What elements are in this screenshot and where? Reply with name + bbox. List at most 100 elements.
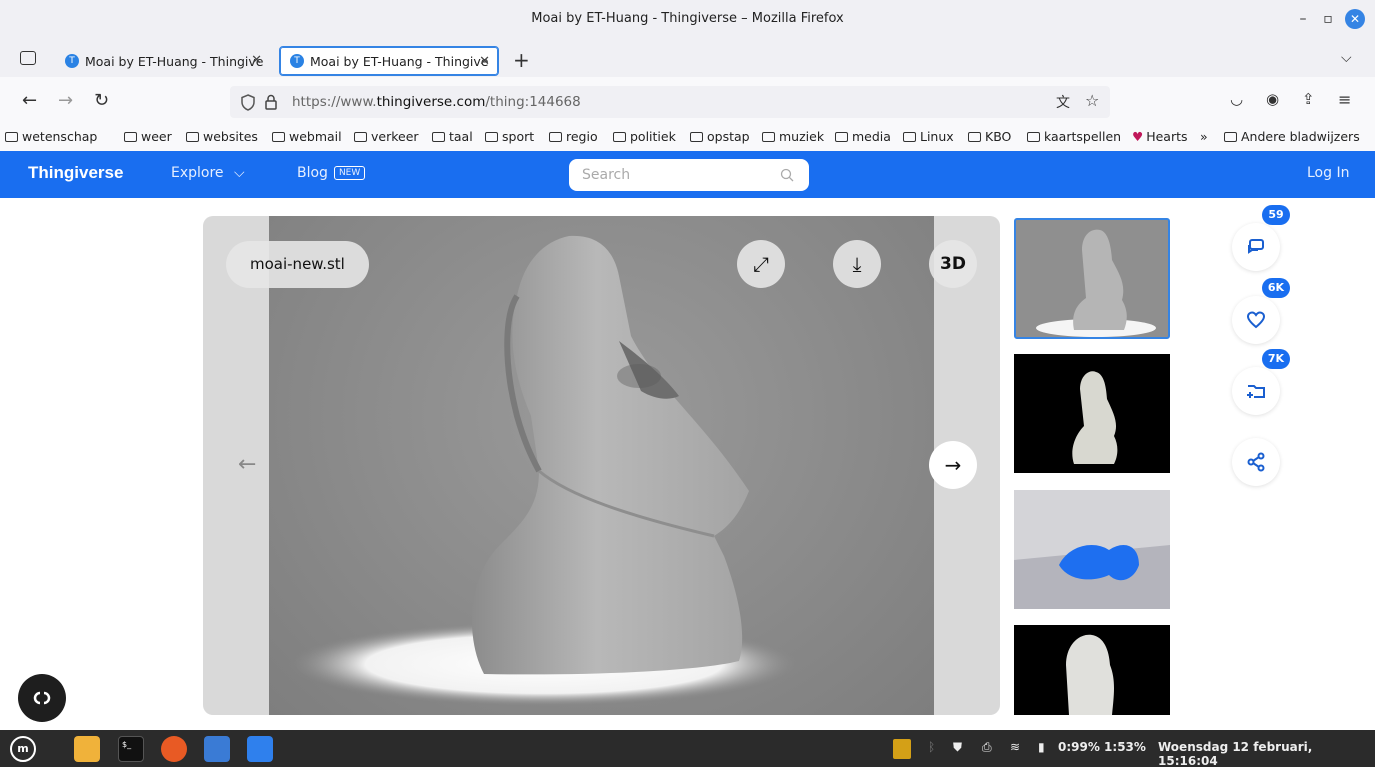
terminal-icon[interactable]: $_ bbox=[118, 736, 144, 762]
thumbnail-moai-white[interactable] bbox=[1014, 354, 1170, 473]
collect-button[interactable]: 7K bbox=[1232, 349, 1290, 415]
minimize-button[interactable]: – bbox=[1293, 9, 1313, 29]
thumbnail-print-bed[interactable] bbox=[1014, 490, 1170, 609]
tab-1-label: Moai by ET-Huang - Thingive bbox=[85, 53, 264, 69]
thingiverse-logo[interactable]: Thingiverse bbox=[28, 163, 123, 183]
bookmark-hearts[interactable]: ♥ Hearts bbox=[1132, 129, 1188, 144]
tab-2[interactable]: T Moai by ET-Huang - Thingive ✕ bbox=[279, 46, 499, 76]
folder-icon bbox=[124, 132, 137, 142]
heart-icon bbox=[1246, 311, 1266, 329]
bookmark-folder[interactable]: verkeer bbox=[354, 129, 419, 144]
firefox-icon[interactable] bbox=[161, 736, 187, 762]
view-3d-button[interactable]: 3D bbox=[929, 240, 977, 288]
tab-2-label: Moai by ET-Huang - Thingive bbox=[310, 53, 489, 69]
maximize-button[interactable]: ▫ bbox=[1318, 9, 1338, 29]
bookmark-folder[interactable]: wetenschap bbox=[5, 129, 97, 144]
battery-status: 0:99% 1:53% bbox=[1058, 740, 1146, 754]
back-arrow-icon[interactable]: ← bbox=[22, 90, 37, 111]
thingiverse-favicon-icon: T bbox=[290, 54, 304, 68]
bookmark-folder[interactable]: webmail bbox=[272, 129, 342, 144]
tracking-shield-icon[interactable] bbox=[240, 94, 256, 111]
bookmark-folder[interactable]: kaartspellen bbox=[1027, 129, 1121, 144]
blog-link[interactable]: Blog NEW bbox=[297, 165, 366, 181]
bookmark-folder[interactable]: opstap bbox=[690, 129, 750, 144]
new-tab-button[interactable]: + bbox=[513, 48, 530, 72]
bookmark-star-icon[interactable]: ☆ bbox=[1085, 91, 1099, 110]
moai-render-image bbox=[269, 216, 934, 715]
explore-menu[interactable]: Explore ⌵ bbox=[171, 165, 245, 181]
bookmark-folder[interactable]: websites bbox=[186, 129, 258, 144]
list-tabs-chevron-icon[interactable]: ⌵ bbox=[1341, 50, 1352, 66]
folder-icon bbox=[903, 132, 916, 142]
bookmark-folder[interactable]: KBO bbox=[968, 129, 1011, 144]
search-input[interactable]: Search bbox=[569, 159, 809, 191]
close-tab-icon[interactable]: ✕ bbox=[479, 54, 490, 69]
bookmark-folder[interactable]: weer bbox=[124, 129, 172, 144]
fullscreen-expand-icon[interactable]: ⤢ bbox=[737, 240, 785, 288]
extensions-icon[interactable]: ⇪ bbox=[1302, 90, 1315, 108]
folder-icon bbox=[5, 132, 18, 142]
pocket-icon[interactable]: ◡ bbox=[1230, 90, 1243, 108]
privacy-settings-button[interactable] bbox=[18, 674, 66, 722]
printer-icon[interactable]: ⎙ bbox=[982, 740, 992, 755]
share-button[interactable] bbox=[1232, 438, 1280, 486]
search-icon[interactable] bbox=[780, 168, 794, 182]
site-header: Thingiverse Explore ⌵ Blog NEW Search Log… bbox=[0, 151, 1375, 198]
text-editor-icon[interactable] bbox=[247, 736, 273, 762]
close-tab-icon[interactable]: ✕ bbox=[251, 53, 262, 68]
folder-icon bbox=[432, 132, 445, 142]
next-arrow-icon[interactable]: → bbox=[929, 441, 977, 489]
folder-icon bbox=[485, 132, 498, 142]
download-icon[interactable]: ⤓ bbox=[833, 240, 881, 288]
system-taskbar: m $_ ᛒ ⛊ ⎙ ≋ ▮ 0:99% 1:53% Woensdag 12 f… bbox=[0, 730, 1375, 768]
folder-icon bbox=[1027, 132, 1040, 142]
mail-icon[interactable] bbox=[204, 736, 230, 762]
share-icon bbox=[1247, 452, 1265, 472]
folder-icon bbox=[835, 132, 848, 142]
thumbnail-moai-grey[interactable] bbox=[1014, 218, 1170, 339]
close-window-button[interactable]: ✕ bbox=[1345, 9, 1365, 29]
bookmark-folder[interactable]: politiek bbox=[613, 129, 676, 144]
files-icon[interactable] bbox=[74, 736, 100, 762]
bookmarks-bar: wetenschap weer websites webmail verkeer… bbox=[0, 125, 1375, 151]
translate-icon[interactable]: 文 bbox=[1056, 92, 1070, 112]
tab-1[interactable]: T Moai by ET-Huang - Thingive ✕ bbox=[55, 46, 270, 76]
new-badge: NEW bbox=[333, 166, 366, 180]
clock[interactable]: Woensdag 12 februari, 15:16:04 bbox=[1158, 740, 1375, 768]
previous-arrow-icon[interactable]: ← bbox=[238, 452, 256, 477]
bookmark-folder[interactable]: Linux bbox=[903, 129, 954, 144]
bookmark-folder[interactable]: media bbox=[835, 129, 891, 144]
bookmark-folder[interactable]: taal bbox=[432, 129, 473, 144]
wifi-icon[interactable]: ≋ bbox=[1010, 740, 1020, 754]
tab-overview-icon[interactable] bbox=[20, 51, 36, 65]
window-titlebar: Moai by ET-Huang - Thingiverse – Mozilla… bbox=[0, 0, 1375, 42]
folder-icon bbox=[186, 132, 199, 142]
bookmark-folder[interactable]: muziek bbox=[762, 129, 824, 144]
bookmarks-overflow-icon[interactable]: » bbox=[1200, 129, 1208, 144]
battery-icon[interactable]: ▮ bbox=[1038, 740, 1045, 754]
filename-label: moai-new.stl bbox=[226, 241, 369, 288]
bookmark-folder[interactable]: sport bbox=[485, 129, 534, 144]
url-bar[interactable]: https://www.thingiverse.com/thing:144668… bbox=[230, 86, 1110, 118]
login-link[interactable]: Log In bbox=[1307, 165, 1349, 181]
comments-button[interactable]: 59 bbox=[1232, 205, 1290, 271]
privacy-icon bbox=[33, 691, 51, 705]
reload-icon[interactable]: ↻ bbox=[94, 90, 109, 111]
other-bookmarks-folder[interactable]: Andere bladwijzers bbox=[1224, 129, 1360, 144]
bookmark-folder[interactable]: regio bbox=[549, 129, 598, 144]
lock-icon[interactable] bbox=[264, 94, 278, 110]
model-viewer[interactable]: moai-new.stl ⤢ ⤓ 3D ← → bbox=[203, 216, 1000, 715]
mint-menu-icon[interactable]: m bbox=[10, 736, 36, 762]
forward-arrow-icon[interactable]: → bbox=[58, 90, 73, 111]
folder-icon bbox=[354, 132, 367, 142]
thumbnail-moai-side[interactable] bbox=[1014, 625, 1170, 715]
url-text[interactable]: https://www.thingiverse.com/thing:144668 bbox=[292, 94, 581, 110]
bluetooth-icon[interactable]: ᛒ bbox=[928, 740, 935, 754]
like-button[interactable]: 6K bbox=[1232, 278, 1290, 344]
folder-add-icon bbox=[1247, 385, 1265, 398]
tab-bar: T Moai by ET-Huang - Thingive ✕ T Moai b… bbox=[0, 42, 1375, 77]
account-icon[interactable]: ◉ bbox=[1266, 90, 1279, 108]
parking-indicator-icon[interactable] bbox=[893, 739, 911, 759]
shield-icon[interactable]: ⛊ bbox=[953, 740, 962, 755]
menu-icon[interactable]: ≡ bbox=[1338, 90, 1351, 109]
